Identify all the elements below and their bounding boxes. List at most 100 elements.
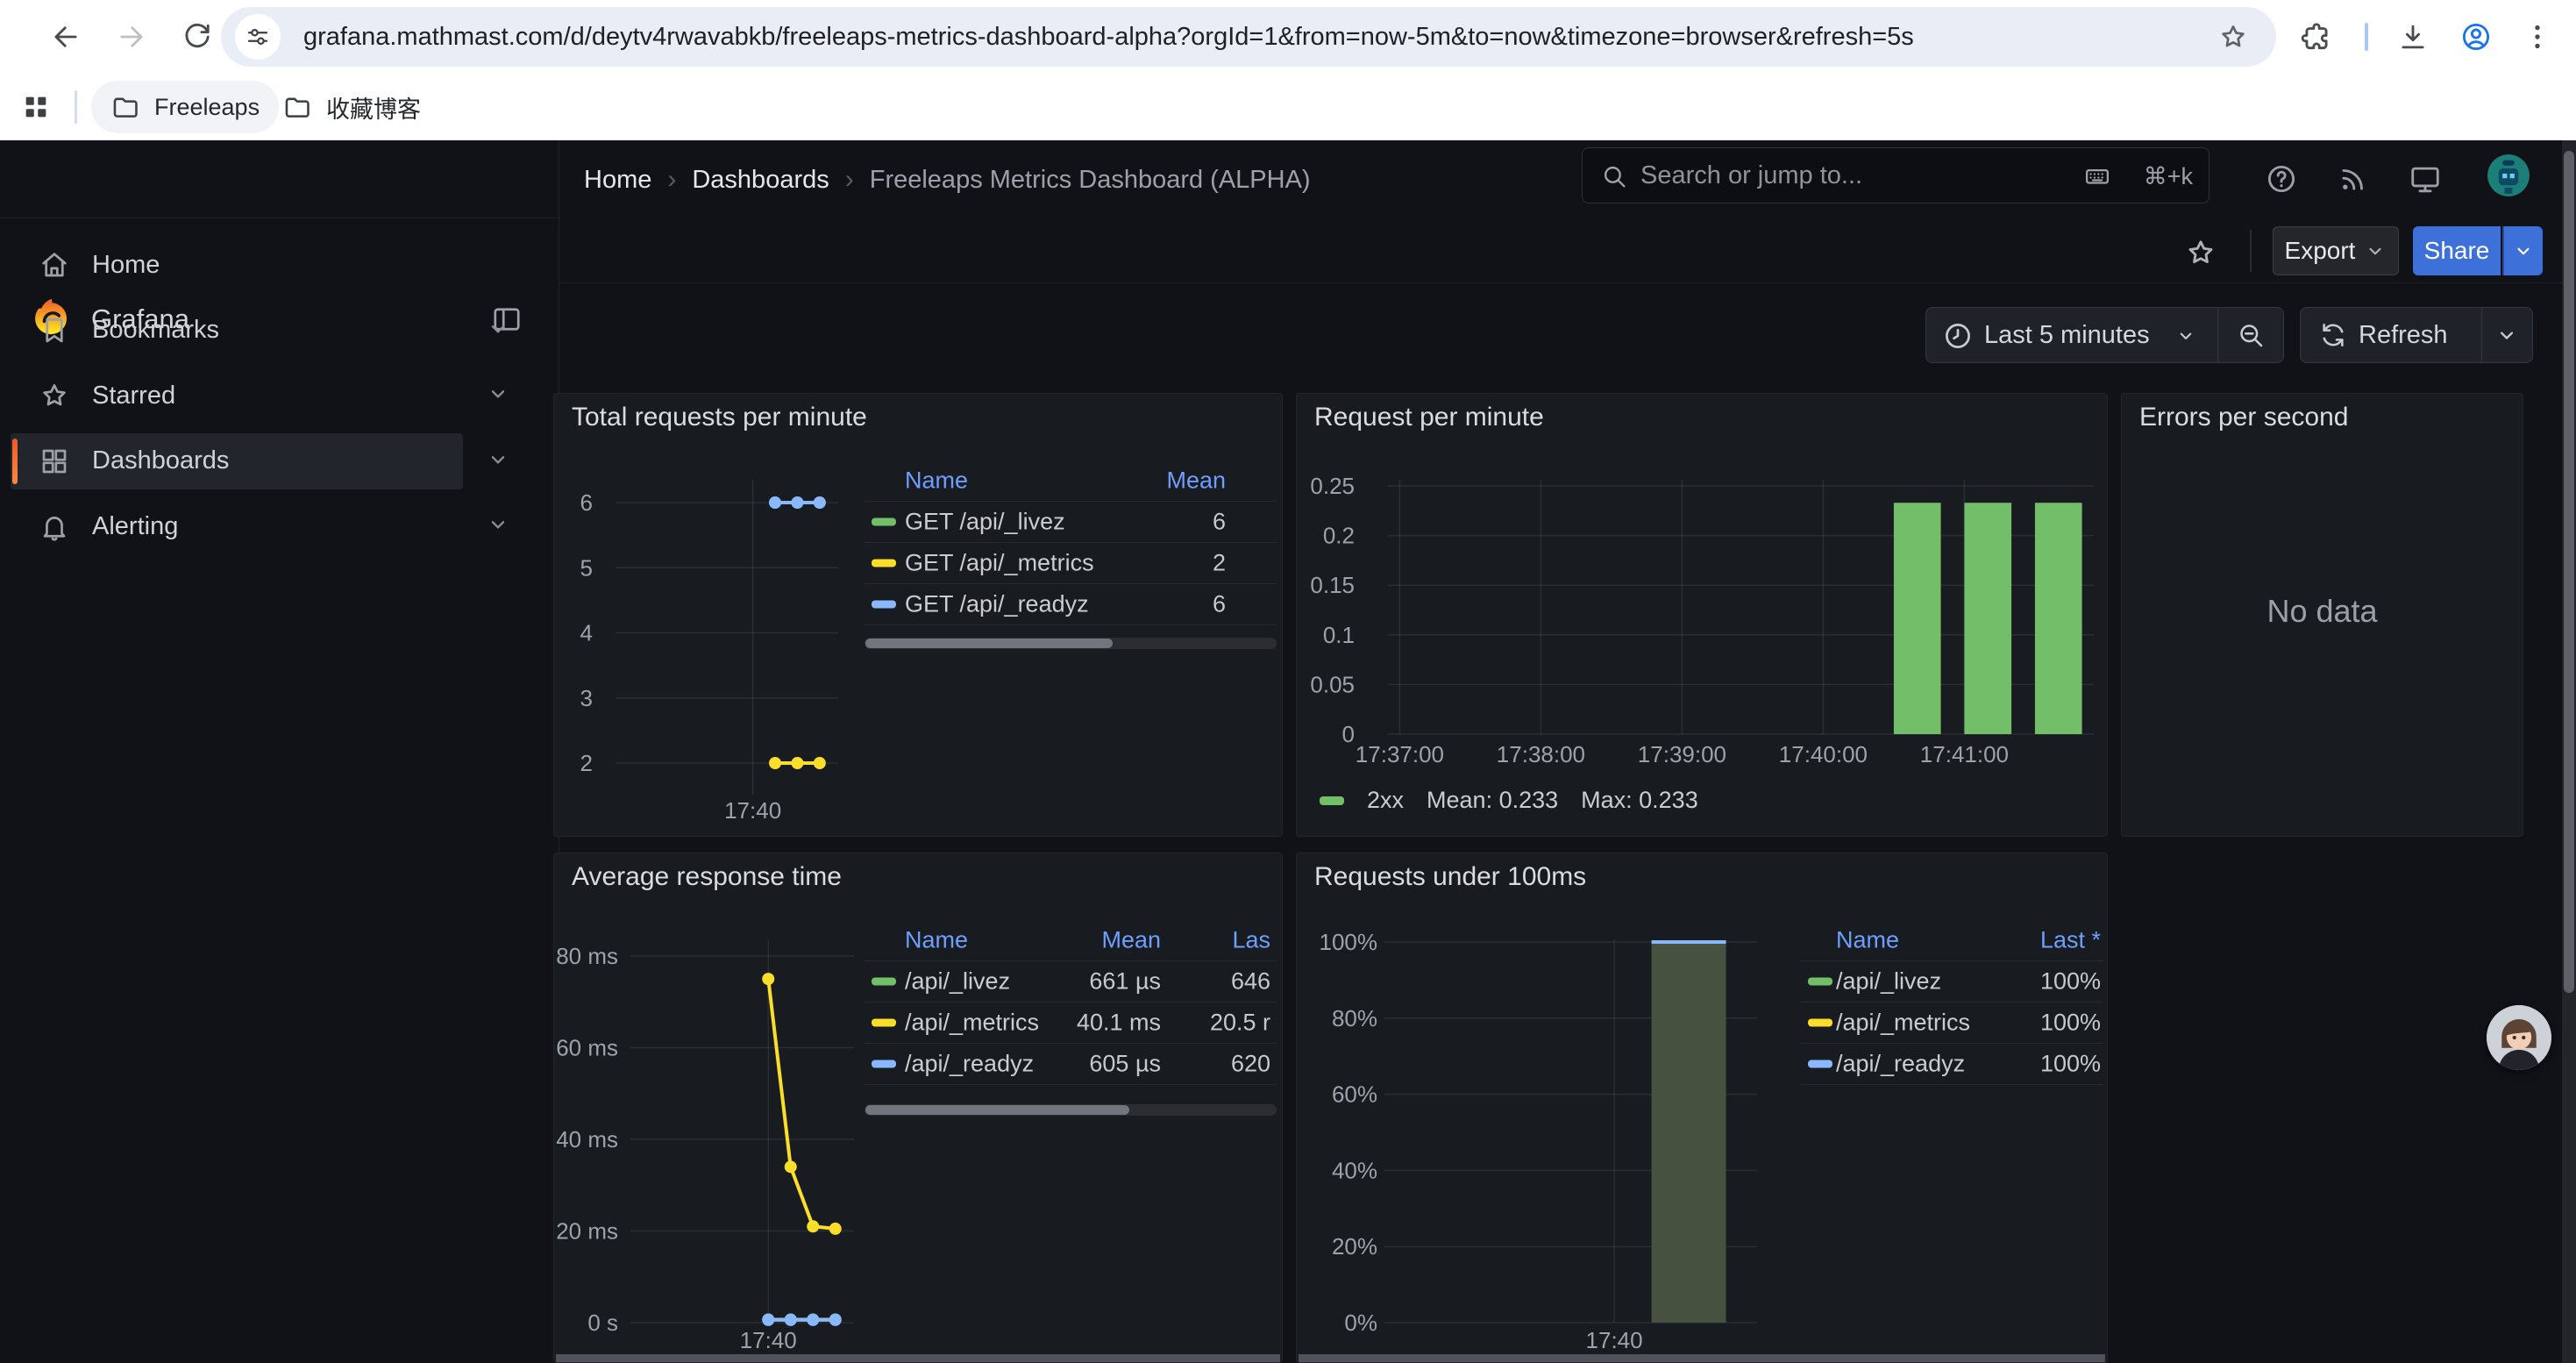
scrollbar-thumb[interactable] [2564, 151, 2574, 993]
user-avatar[interactable] [2487, 154, 2530, 196]
series-color-chip [1320, 796, 1344, 805]
series-color-chip [872, 1060, 896, 1068]
toolbar-divider [2250, 230, 2252, 272]
scrollbar-thumb[interactable] [865, 639, 1113, 648]
breadcrumb-separator: › [667, 165, 676, 195]
legend-series-name[interactable]: GET /api/_metrics [905, 550, 1094, 577]
panel-legend-table: Name Mean GET /api/_livez6 GET /api/_metric… [865, 460, 1277, 625]
refresh-interval-dropdown[interactable] [2481, 308, 2532, 362]
sidebar-item-home[interactable]: Home [11, 237, 463, 293]
downloads-icon[interactable] [2393, 17, 2433, 57]
breadcrumb-item[interactable]: Dashboards [692, 166, 829, 195]
series-color-chip [872, 518, 896, 526]
breadcrumb: Home›Dashboards›Freeleaps Metrics Dashbo… [584, 140, 1311, 219]
apps-grid-icon[interactable] [16, 87, 56, 127]
panel-title[interactable]: Errors per second [2139, 403, 2348, 432]
tune-icon [245, 24, 271, 50]
panel-title[interactable]: Request per minute [1314, 403, 1544, 432]
chevrondown-icon [2174, 324, 2198, 348]
legend-value: 605 µs [1089, 1051, 1161, 1078]
legend-series-name[interactable]: /api/_livez [905, 968, 1010, 995]
sidebar-item-dashboards[interactable]: Dashboards [11, 433, 463, 489]
address-bar[interactable]: grafana.mathmast.com/d/deytv4rwavabkb/fr… [221, 7, 2276, 67]
bookmark-item[interactable]: 收藏博客 [263, 81, 440, 133]
svg-text:0.1: 0.1 [1323, 622, 1355, 648]
bookmark-item[interactable]: Freeleaps [91, 81, 279, 133]
svg-text:20%: 20% [1332, 1233, 1377, 1260]
export-button[interactable]: Export [2273, 226, 2399, 275]
breadcrumb-item[interactable]: Home [584, 166, 651, 195]
profile-icon [2459, 20, 2493, 54]
help-icon[interactable] [2262, 160, 2301, 198]
legend-column-header[interactable]: Las [1232, 927, 1270, 954]
bell-icon [39, 510, 70, 542]
extensions-icon[interactable] [2296, 17, 2337, 57]
page-scrollbar[interactable] [2562, 140, 2576, 1363]
sidebar-item-starred[interactable]: Starred [11, 368, 463, 424]
browser-profile-icon[interactable] [2456, 17, 2496, 57]
scrollbar-thumb[interactable] [865, 1105, 1129, 1115]
search-box[interactable]: ⌘+k [1582, 147, 2210, 203]
refresh-label[interactable]: Refresh [2359, 308, 2448, 362]
chevrondown-icon [484, 446, 512, 474]
legend-series-name[interactable]: GET /api/_readyz [905, 591, 1089, 618]
legend-stat: Mean: 0.233 [1427, 787, 1558, 814]
time-range-picker[interactable]: Last 5 minutes [1925, 307, 2284, 363]
chevron-down-icon[interactable] [484, 315, 516, 346]
legend-row: /api/_readyz100% [1801, 1044, 2103, 1085]
favorite-dashboard-star-icon[interactable] [2181, 233, 2220, 272]
legend-column-header[interactable]: Name [1836, 927, 1899, 954]
legend-series-name[interactable]: /api/_readyz [1836, 1051, 1965, 1078]
home-icon [39, 249, 70, 281]
site-settings-icon[interactable] [235, 14, 281, 60]
chevron-down-icon[interactable] [484, 380, 516, 411]
panel-title[interactable]: Total requests per minute [572, 403, 867, 432]
series-color-chip [1808, 1019, 1832, 1027]
panel-horizontal-scrollbar[interactable] [556, 1354, 1280, 1362]
keyboard-icon [2084, 163, 2110, 189]
rss-icon[interactable] [2334, 160, 2373, 198]
share-button[interactable]: Share [2413, 226, 2501, 275]
zoom-out-button[interactable] [2217, 308, 2284, 362]
legend-series-name[interactable]: GET /api/_livez [905, 509, 1065, 536]
share-dropdown-button[interactable] [2502, 226, 2543, 275]
bookmarks-bar: Freeleaps收藏博客 [0, 74, 2576, 140]
chevron-down-icon[interactable] [484, 446, 516, 477]
monitor-icon[interactable] [2406, 160, 2444, 198]
toolbar-divider [2365, 23, 2368, 51]
legend-column-header[interactable]: Mean [1166, 467, 1226, 495]
browser-reload-button[interactable] [177, 17, 217, 57]
legend-row: GET /api/_livez6 [865, 502, 1277, 543]
bookmark-star-icon[interactable] [2213, 17, 2253, 57]
bookmark-label: Freeleaps [154, 94, 260, 121]
panel-horizontal-scrollbar[interactable] [1299, 1354, 2105, 1362]
url-text[interactable]: grafana.mathmast.com/d/deytv4rwavabkb/fr… [303, 7, 2180, 67]
assistant-avatar[interactable] [2487, 1005, 2551, 1070]
browser-back-button[interactable] [46, 17, 86, 57]
legend-series-name[interactable]: /api/_livez [1836, 968, 1941, 995]
refresh-icon[interactable] [2318, 320, 2348, 350]
browser-forward-button[interactable] [111, 17, 152, 57]
panel-title[interactable]: Average response time [572, 862, 842, 892]
folder-icon [110, 92, 140, 122]
browser-menu-icon[interactable] [2517, 17, 2558, 57]
panel-title[interactable]: Requests under 100ms [1314, 862, 1586, 892]
legend-series-name[interactable]: /api/_metrics [1836, 1010, 1970, 1037]
legend-row: /api/_readyz605 µs620 [865, 1044, 1277, 1085]
svg-text:17:40: 17:40 [724, 797, 781, 824]
legend-series-name[interactable]: /api/_metrics [905, 1010, 1039, 1037]
search-input[interactable] [1640, 150, 2035, 201]
legend-series-name[interactable]: 2xx [1367, 787, 1404, 814]
legend-column-header[interactable]: Last * [2040, 927, 2101, 954]
sidebar-item-alerting[interactable]: Alerting [11, 498, 463, 554]
sidebar-item-label: Alerting [92, 512, 178, 541]
sidebar-item-bookmarks[interactable]: Bookmarks [11, 303, 463, 359]
legend-column-header[interactable]: Name [905, 927, 968, 954]
legend-horizontal-scrollbar[interactable] [865, 638, 1277, 649]
export-label: Export [2285, 237, 2356, 265]
legend-column-header[interactable]: Name [905, 467, 968, 495]
legend-series-name[interactable]: /api/_readyz [905, 1051, 1034, 1078]
chevron-down-icon[interactable] [484, 510, 516, 542]
legend-horizontal-scrollbar[interactable] [865, 1104, 1277, 1116]
legend-column-header[interactable]: Mean [1101, 927, 1161, 954]
